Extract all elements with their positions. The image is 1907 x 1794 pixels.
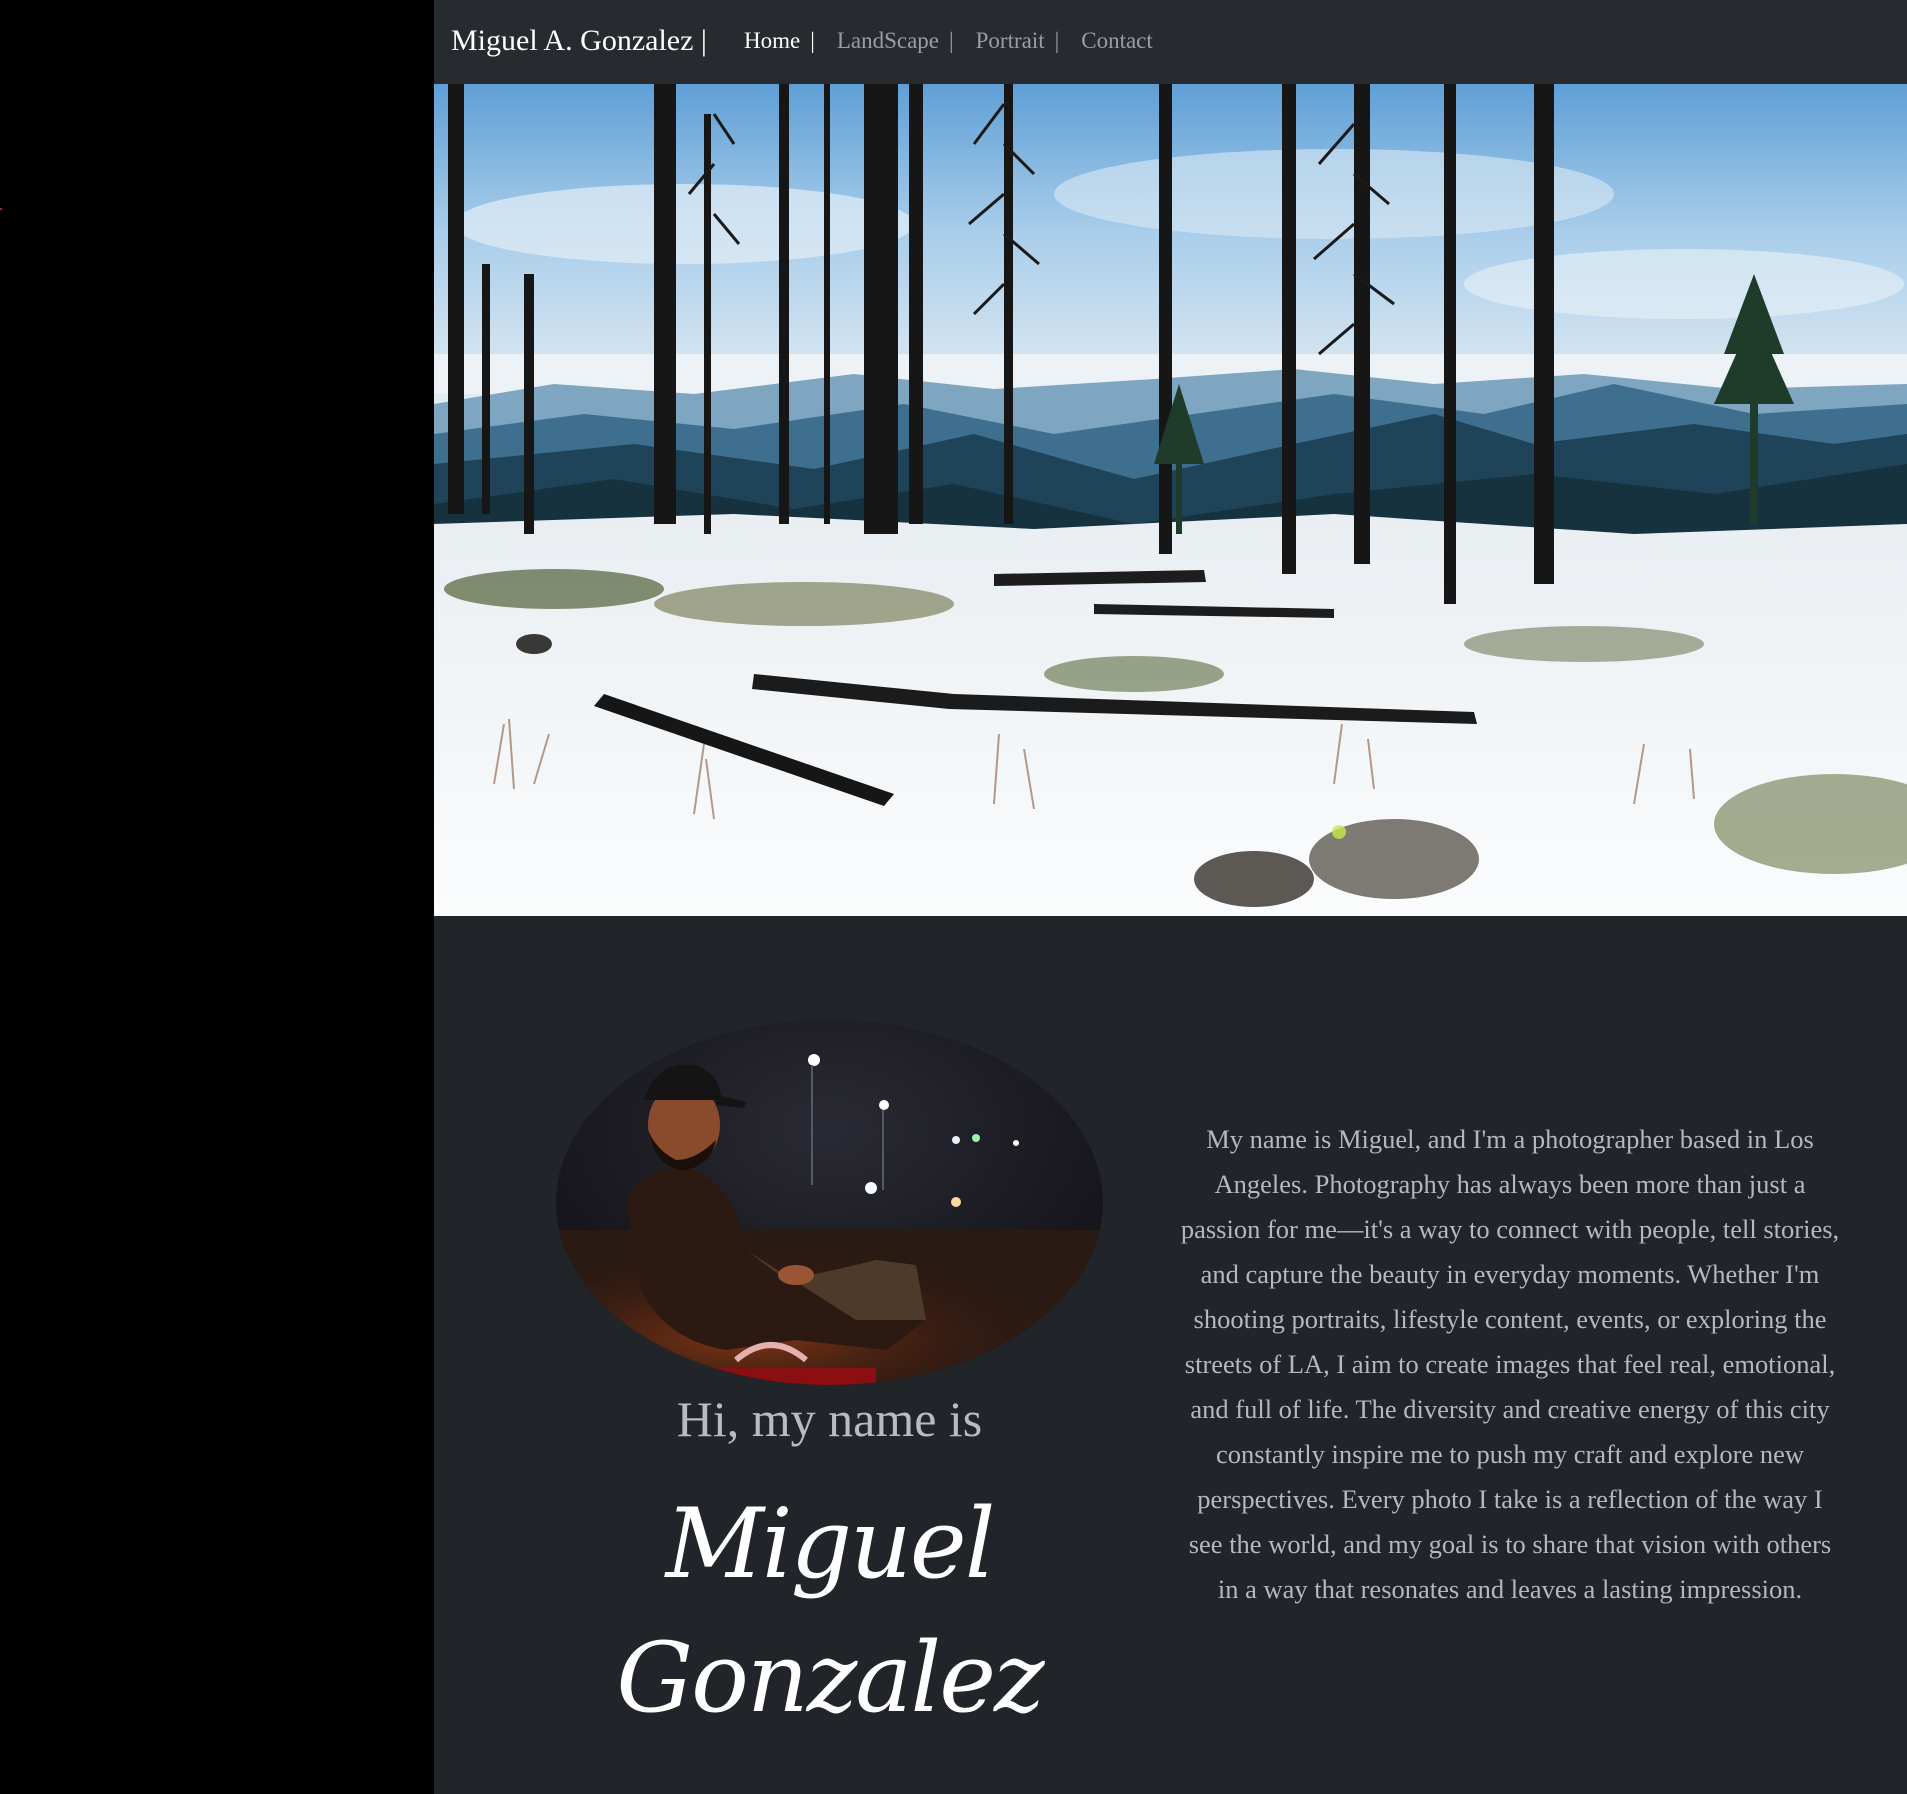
nav-portrait-link[interactable]: Portrait xyxy=(976,28,1045,54)
nav-contact-link[interactable]: Contact xyxy=(1081,28,1153,54)
nav-separator: | xyxy=(1054,28,1060,53)
page: Miguel A. Gonzalez | Home | LandScape | … xyxy=(434,0,1907,1794)
first-name-title: Miguel xyxy=(665,1488,996,1600)
nav-landscape-link[interactable]: LandScape xyxy=(837,28,939,54)
last-name-title: Gonzalez xyxy=(616,1622,1044,1734)
nav-separator: | xyxy=(810,28,815,53)
navbar: Miguel A. Gonzalez | Home | LandScape | … xyxy=(434,0,1907,84)
left-gutter xyxy=(0,0,434,1794)
portrait-image xyxy=(556,1020,1103,1385)
greeting-text: Hi, my name is xyxy=(676,1391,983,1447)
nav-separator: | xyxy=(949,28,954,53)
bio-paragraph: My name is Miguel, and I'm a photographe… xyxy=(1180,1123,1840,1604)
stray-mark xyxy=(0,208,2,210)
nav-home-link[interactable]: Home xyxy=(744,28,800,54)
brand-link[interactable]: Miguel A. Gonzalez | xyxy=(451,24,707,58)
hero-landscape-image xyxy=(434,84,1907,916)
nav-list: Home | LandScape | Portrait | Contact xyxy=(744,28,1163,54)
